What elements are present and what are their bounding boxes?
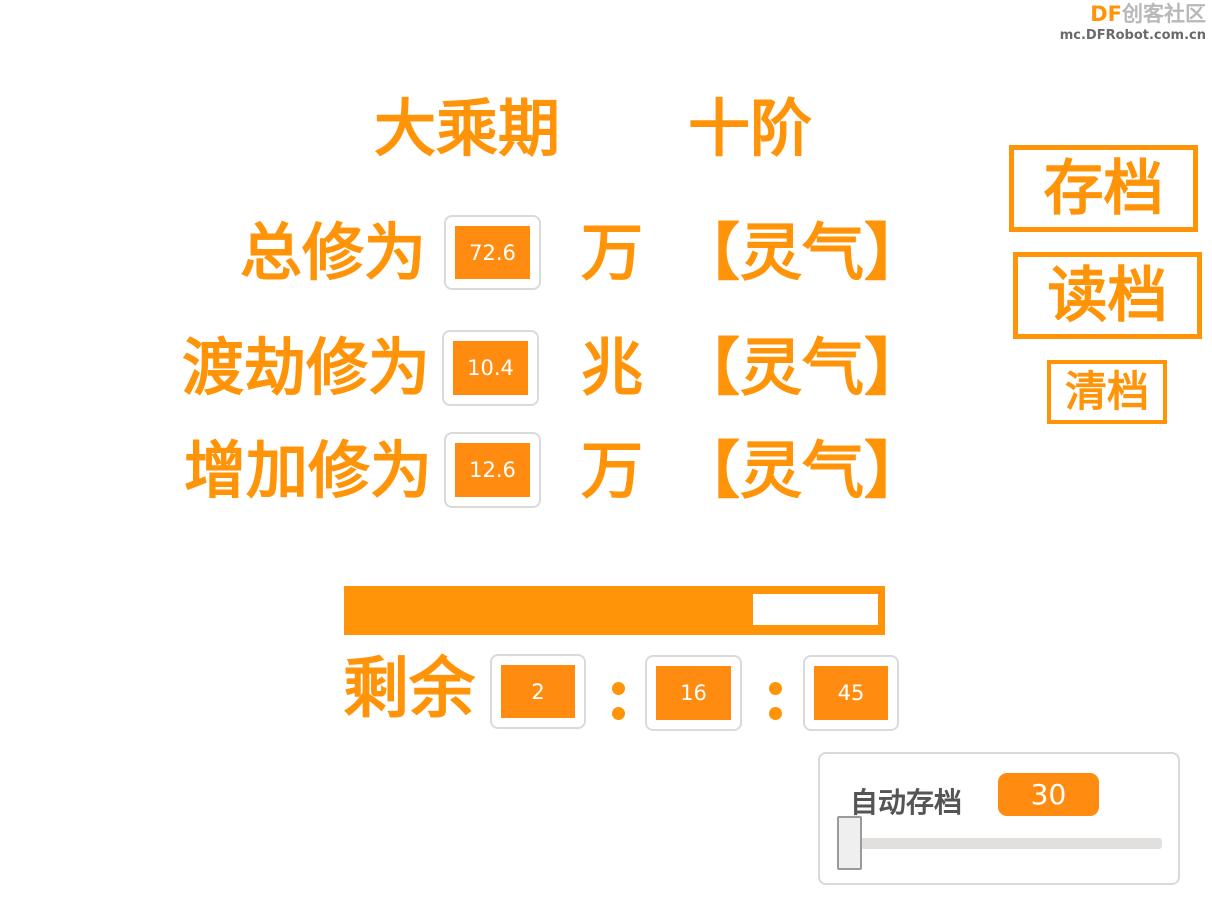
minutes-value: 16	[656, 666, 731, 720]
tribulation-cultivation-label: 渡劫修为	[182, 331, 431, 404]
total-cultivation-value: 72.6	[455, 226, 530, 279]
total-cultivation-unit: 万	[581, 216, 644, 289]
tribulation-cultivation-unit: 兆	[581, 331, 644, 404]
progress-bar	[344, 586, 885, 635]
save-button[interactable]: 存档	[1009, 145, 1198, 232]
hours-value: 2	[501, 665, 575, 718]
remaining-label: 剩余	[343, 649, 475, 727]
tribulation-cultivation-box: 10.4	[442, 330, 539, 406]
realm-title: 大乘期	[374, 92, 561, 165]
clear-button[interactable]: 清档	[1047, 360, 1167, 424]
autosave-value: 30	[998, 773, 1099, 816]
colon-separator	[612, 682, 626, 732]
autosave-slider-track[interactable]	[842, 838, 1162, 849]
autosave-label: 自动存档	[850, 786, 963, 819]
rank-title: 十阶	[688, 92, 813, 165]
watermark-url: mc.DFRobot.com.cn	[1059, 28, 1206, 43]
load-button[interactable]: 读档	[1013, 252, 1202, 339]
autosave-slider-thumb[interactable]	[837, 816, 862, 870]
autosave-panel: 自动存档 30	[818, 752, 1180, 885]
seconds-value: 45	[814, 666, 888, 720]
colon-separator	[769, 682, 783, 732]
total-cultivation-label: 总修为	[240, 216, 427, 289]
watermark-brand: 创客社区	[1122, 2, 1206, 26]
increase-cultivation-value: 12.6	[455, 443, 530, 497]
increase-cultivation-unit: 万	[581, 434, 644, 507]
watermark-df: DF	[1090, 2, 1122, 26]
increase-cultivation-box: 12.6	[444, 432, 541, 508]
total-cultivation-type: 【灵气】	[678, 216, 927, 289]
increase-cultivation-label: 增加修为	[184, 434, 433, 507]
tribulation-cultivation-value: 10.4	[453, 341, 528, 395]
minutes-box: 16	[645, 655, 742, 731]
dfrobot-watermark: DF创客社区 mc.DFRobot.com.cn	[1059, 2, 1206, 43]
tribulation-cultivation-type: 【灵气】	[678, 331, 927, 404]
progress-remaining	[753, 594, 878, 625]
hours-box: 2	[490, 654, 586, 729]
total-cultivation-box: 72.6	[444, 215, 541, 290]
app-stage: DF创客社区 mc.DFRobot.com.cn 大乘期 十阶 总修为 72.6…	[0, 0, 1212, 907]
increase-cultivation-type: 【灵气】	[678, 434, 927, 507]
seconds-box: 45	[803, 655, 899, 731]
